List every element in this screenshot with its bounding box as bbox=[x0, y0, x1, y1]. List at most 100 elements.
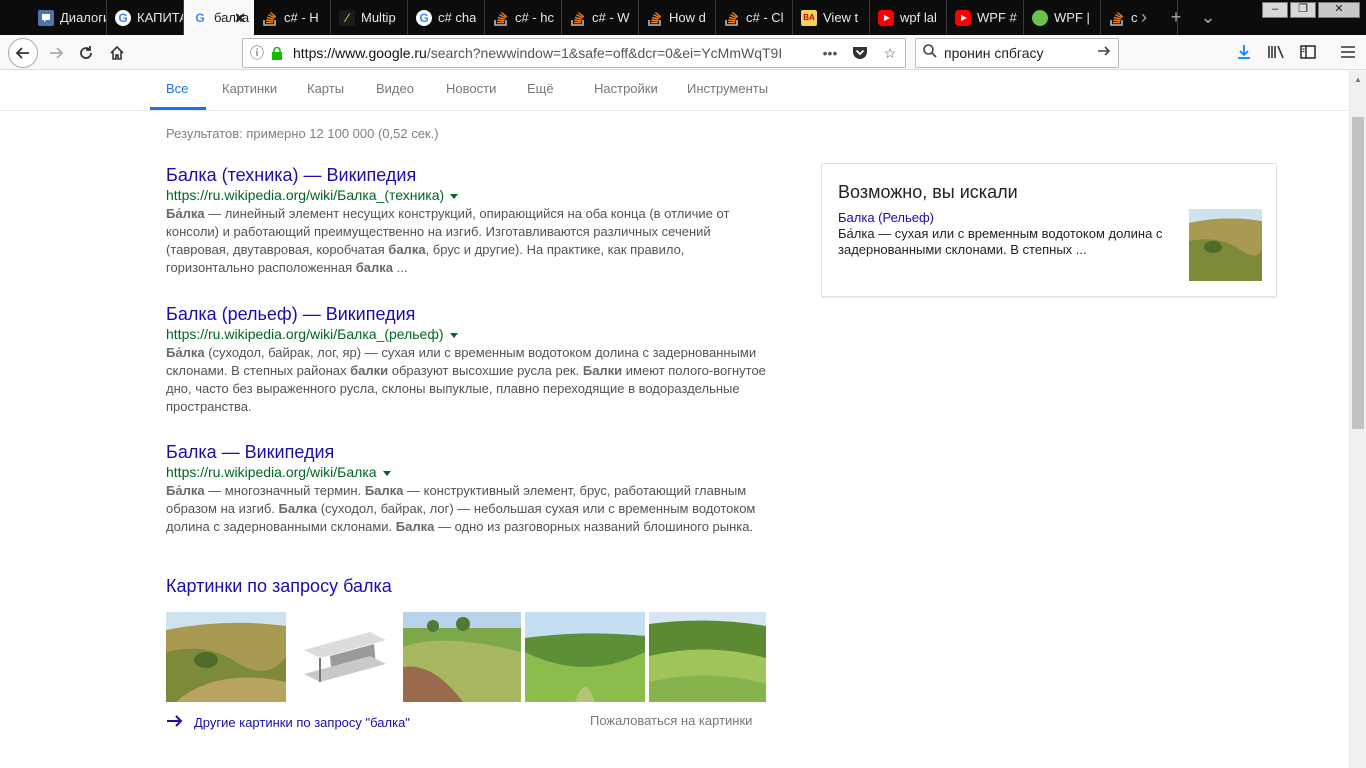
close-window-button[interactable]: ✕ bbox=[1318, 2, 1360, 18]
browser-tab[interactable]: c# - W bbox=[562, 0, 639, 35]
pocket-icon[interactable] bbox=[845, 45, 875, 62]
browser-tab[interactable]: How d bbox=[639, 0, 716, 35]
browser-tab[interactable]: c# - hc bbox=[485, 0, 562, 35]
tab-video[interactable]: Видео bbox=[376, 81, 414, 96]
result-stats: Результатов: примерно 12 100 000 (0,52 с… bbox=[166, 126, 439, 141]
active-tab-indicator bbox=[150, 107, 206, 110]
panel-title: Возможно, вы искали bbox=[838, 182, 1018, 202]
chevron-down-icon[interactable] bbox=[382, 470, 391, 476]
report-images-link[interactable]: Пожаловаться на картинки bbox=[590, 713, 752, 728]
browser-tab[interactable]: wpf lal bbox=[870, 0, 947, 35]
panel-image[interactable] bbox=[1189, 209, 1262, 281]
library-icon[interactable] bbox=[1262, 38, 1290, 66]
snippet-highlight: балки bbox=[350, 363, 389, 378]
close-tab-icon[interactable]: ✕ bbox=[234, 10, 246, 27]
image-thumbnail-ibeam[interactable] bbox=[290, 612, 398, 702]
bookmark-star-icon[interactable]: ☆ bbox=[875, 45, 905, 62]
tab-title: WPF | bbox=[1054, 10, 1090, 25]
browser-tab[interactable]: c# - Cl bbox=[716, 0, 793, 35]
forward-button[interactable] bbox=[42, 39, 70, 67]
back-button[interactable] bbox=[8, 38, 38, 68]
browser-tab[interactable]: Gc# cha bbox=[408, 0, 485, 35]
browser-tab[interactable]: G КАПИТАЛ bbox=[107, 0, 184, 35]
more-images-link[interactable]: Другие картинки по запросу "балка" bbox=[166, 711, 410, 734]
scrollbar-thumb[interactable] bbox=[1352, 117, 1364, 429]
back-arrow-icon bbox=[15, 47, 29, 59]
tab-active[interactable]: Gбалка ✕ bbox=[184, 0, 254, 35]
menu-icon[interactable] bbox=[1334, 38, 1362, 66]
home-icon bbox=[110, 45, 124, 60]
result-snippet: Ба́лка (суходол, байрак, лог, яр) — суха… bbox=[166, 344, 766, 416]
tab-images[interactable]: Картинки bbox=[222, 81, 277, 96]
reload-button[interactable] bbox=[72, 39, 100, 67]
sidebar-icon[interactable] bbox=[1294, 38, 1322, 66]
stackoverflow-icon bbox=[1109, 10, 1125, 26]
tab-settings[interactable]: Настройки bbox=[594, 81, 658, 96]
search-bar[interactable]: пронин спбгасу bbox=[915, 38, 1119, 68]
search-go-icon[interactable] bbox=[1090, 44, 1118, 63]
tab-title: КАПИТАЛ bbox=[137, 10, 183, 25]
browser-tab[interactable]: ⁄ Multip bbox=[331, 0, 408, 35]
youtube-icon bbox=[878, 9, 894, 26]
browser-tab[interactable]: WPF | bbox=[1024, 0, 1101, 35]
minimize-button[interactable]: – bbox=[1262, 2, 1288, 18]
new-tab-button[interactable]: + bbox=[1160, 7, 1192, 28]
browser-tab[interactable]: Диалоги bbox=[30, 0, 107, 35]
site-info-icon[interactable]: ⓘ bbox=[243, 43, 271, 63]
result-title-link[interactable]: Балка (техника) — Википедия bbox=[166, 164, 766, 186]
snippet-highlight: балка bbox=[388, 242, 426, 257]
restore-button[interactable]: ❐ bbox=[1290, 2, 1316, 18]
result-title-link[interactable]: Балка (рельеф) — Википедия bbox=[166, 303, 766, 325]
snippet-highlight: Ба́лка bbox=[166, 483, 205, 498]
tab-more[interactable]: Ещё bbox=[527, 81, 554, 96]
image-thumbnail-gully[interactable] bbox=[403, 612, 521, 702]
tab-title: How d bbox=[669, 10, 706, 25]
snippet-highlight: Балка bbox=[364, 483, 404, 498]
snippet-highlight: Балки bbox=[582, 363, 623, 378]
page-actions-button[interactable]: ••• bbox=[815, 45, 845, 61]
tab-all[interactable]: Все bbox=[166, 81, 188, 96]
result-title-link[interactable]: Балка — Википедия bbox=[166, 441, 766, 463]
leaf-icon bbox=[1032, 9, 1048, 26]
navigation-toolbar: ⓘ https://www.google.ru/search?newwindow… bbox=[0, 35, 1366, 70]
image-thumbnail-hills[interactable] bbox=[649, 612, 766, 702]
snippet-highlight: балка bbox=[355, 260, 394, 275]
more-images-label: Другие картинки по запросу "балка" bbox=[194, 715, 410, 730]
scroll-up-icon[interactable]: ▲ bbox=[1354, 75, 1362, 84]
search-result: Балка — Википедия https://ru.wikipedia.o… bbox=[166, 441, 766, 536]
did-you-mean-panel: Возможно, вы искали Балка (Рельеф) Ба́лк… bbox=[821, 163, 1277, 297]
scroll-tabs-right-icon[interactable]: › bbox=[1128, 7, 1160, 28]
all-tabs-icon[interactable]: ⌄ bbox=[1192, 7, 1224, 28]
chevron-down-icon[interactable] bbox=[449, 332, 458, 338]
multi-icon: ⁄ bbox=[339, 9, 355, 26]
tab-maps[interactable]: Карты bbox=[307, 81, 344, 96]
result-url: https://ru.wikipedia.org/wiki/Балка bbox=[166, 463, 766, 481]
result-url: https://ru.wikipedia.org/wiki/Балка_(рел… bbox=[166, 325, 766, 343]
search-icon bbox=[916, 44, 944, 62]
panel-link[interactable]: Балка (Рельеф) bbox=[838, 210, 934, 225]
image-thumbnail-ravine[interactable] bbox=[166, 612, 286, 702]
ba-icon: BA bbox=[801, 9, 817, 26]
address-bar[interactable]: ⓘ https://www.google.ru/search?newwindow… bbox=[242, 38, 906, 68]
snippet-highlight: Балка bbox=[278, 501, 318, 516]
reload-icon bbox=[80, 46, 92, 59]
vertical-scrollbar[interactable]: ▲ bbox=[1349, 71, 1366, 768]
browser-tab[interactable]: BA View t bbox=[793, 0, 870, 35]
download-icon[interactable] bbox=[1230, 38, 1258, 66]
snippet-text: — многозначный термин. bbox=[204, 483, 365, 498]
chevron-down-icon[interactable] bbox=[450, 193, 459, 199]
tab-title: c# - W bbox=[592, 10, 630, 25]
browser-tab[interactable]: WPF # bbox=[947, 0, 1024, 35]
browser-tab[interactable]: c# - H bbox=[254, 0, 331, 35]
image-thumbnail-valley[interactable] bbox=[525, 612, 645, 702]
tab-tools[interactable]: Инструменты bbox=[687, 81, 768, 96]
tab-news[interactable]: Новости bbox=[446, 81, 496, 96]
snippet-highlight: Ба́лка bbox=[166, 206, 205, 221]
window-controls: – ❐ ✕ bbox=[1260, 2, 1360, 18]
url-host: https://www.google.ru bbox=[293, 45, 427, 61]
home-button[interactable] bbox=[103, 39, 131, 67]
result-url-text: https://ru.wikipedia.org/wiki/Балка_(тех… bbox=[166, 187, 445, 203]
browser-tab-bar: Диалоги G КАПИТАЛGбалка✕ c# - H ⁄ Multip Gc# c… bbox=[0, 0, 1366, 35]
images-heading-link[interactable]: Картинки по запросу балка bbox=[166, 576, 392, 597]
search-input[interactable]: пронин спбгасу bbox=[944, 45, 1090, 61]
